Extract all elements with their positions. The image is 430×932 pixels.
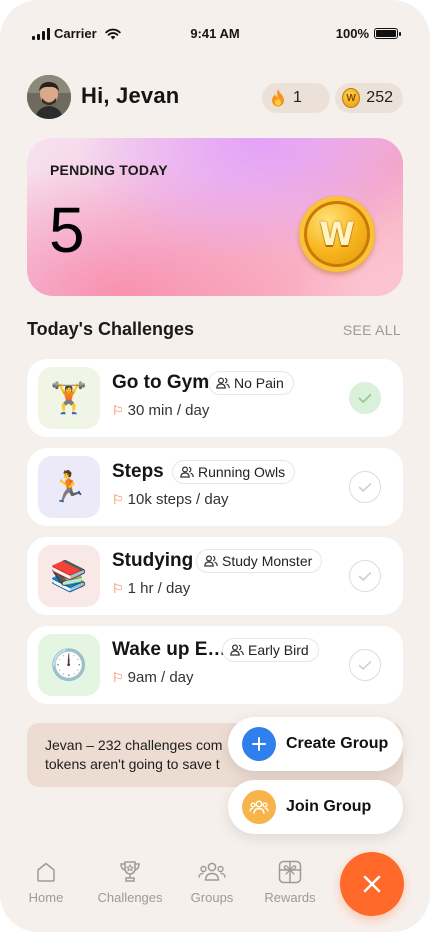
coin-icon: W (342, 88, 361, 108)
groups-icon (198, 862, 226, 881)
coin-letter: W (319, 215, 355, 253)
challenge-emoji: 🏃 (50, 470, 88, 504)
create-group-button[interactable]: Create Group (228, 717, 403, 771)
greeting-text: Hi, Jevan (81, 83, 180, 108)
flag-icon: ⚐ (112, 402, 124, 418)
complete-check-button[interactable] (349, 382, 381, 414)
status-right: 100% (335, 26, 401, 41)
group-icon (230, 644, 244, 656)
see-all-link[interactable]: SEE ALL (343, 322, 401, 338)
gift-icon (278, 860, 302, 884)
app-screen: Carrier 9:41 AM 100% Hi, Jevan 1 W 252 P… (0, 0, 430, 932)
challenge-title: Studying (112, 550, 194, 571)
nav-rewards-label: Rewards (264, 890, 316, 905)
battery-fill (376, 30, 396, 37)
avatar[interactable] (27, 75, 71, 119)
close-icon (363, 875, 381, 893)
create-group-label: Create Group (286, 735, 389, 752)
clock-icon: 🕛 (38, 634, 100, 696)
coin-icon-letter: W (346, 92, 356, 104)
group-icon (204, 555, 218, 567)
nav-challenges-label: Challenges (97, 890, 163, 905)
trophy-icon (120, 861, 140, 882)
flag-icon: ⚐ (112, 580, 124, 596)
users-icon (242, 790, 276, 824)
challenge-target: ⚐ 30 min / day (112, 402, 209, 419)
check-icon (358, 571, 372, 581)
group-icon (216, 377, 230, 389)
challenge-emoji: 🏋️ (50, 381, 88, 415)
challenge-card[interactable]: 🕛 Wake up E… Early Bird ⚐ 9am / day (27, 626, 403, 704)
check-icon (358, 393, 372, 403)
challenge-card[interactable]: 🏋️ Go to Gym No Pain ⚐ 30 min / day (27, 359, 403, 437)
nav-challenges[interactable]: Challenges (92, 860, 168, 905)
close-menu-button[interactable] (340, 852, 404, 916)
flag-icon: ⚐ (112, 491, 124, 507)
challenge-card[interactable]: 📚 Studying Study Monster ⚐ 1 hr / day (27, 537, 403, 615)
group-icon (180, 466, 194, 478)
group-tag-label: Running Owls (198, 464, 286, 480)
pending-today-card[interactable]: PENDING TODAY 5 W (27, 138, 403, 296)
plus-icon (242, 727, 276, 761)
nav-home-label: Home (28, 890, 64, 905)
section-title: Today's Challenges (27, 319, 194, 339)
avatar-image (27, 75, 71, 119)
challenge-title: Go to Gym (112, 372, 210, 393)
group-tag[interactable]: Running Owls (172, 460, 296, 484)
challenge-title: Steps (112, 461, 164, 482)
challenge-emoji: 🕛 (50, 648, 88, 682)
challenge-target-text: 9am / day (127, 669, 194, 686)
check-icon (358, 482, 372, 492)
challenge-target-text: 10k steps / day (127, 491, 229, 508)
complete-check-button[interactable] (349, 560, 381, 592)
challenge-title: Wake up E… (112, 639, 227, 660)
challenge-target-text: 1 hr / day (127, 580, 191, 597)
nav-groups-label: Groups (190, 890, 234, 905)
header: Hi, Jevan 1 W 252 (27, 75, 403, 119)
complete-check-button[interactable] (349, 649, 381, 681)
battery-percent: 100% (335, 26, 369, 41)
challenge-target: ⚐ 1 hr / day (112, 580, 190, 597)
check-icon (358, 660, 372, 670)
complete-check-button[interactable] (349, 471, 381, 503)
group-tag-label: No Pain (234, 375, 284, 391)
streak-count: 1 (293, 89, 302, 106)
pending-count: 5 (49, 194, 85, 266)
group-tag[interactable]: No Pain (208, 371, 294, 395)
flame-icon (272, 89, 284, 107)
battery-icon (374, 28, 401, 39)
challenge-card[interactable]: 🏃 Steps Running Owls ⚐ 10k steps / day (27, 448, 403, 526)
group-tag[interactable]: Study Monster (196, 549, 323, 573)
coin-count: 252 (366, 89, 393, 106)
coin-illustration-icon: W (299, 196, 375, 272)
nav-groups[interactable]: Groups (174, 860, 250, 905)
streak-pill[interactable]: 1 (262, 83, 330, 113)
nav-home[interactable]: Home (8, 860, 84, 905)
home-icon (37, 862, 55, 882)
join-group-label: Join Group (286, 798, 372, 815)
coins-pill[interactable]: W 252 (335, 83, 403, 113)
join-group-button[interactable]: Join Group (228, 780, 403, 834)
nav-rewards[interactable]: Rewards (252, 860, 328, 905)
books-icon: 📚 (38, 545, 100, 607)
challenge-target: ⚐ 9am / day (112, 669, 194, 686)
flag-icon: ⚐ (112, 669, 124, 685)
status-bar: Carrier 9:41 AM 100% (0, 22, 430, 46)
group-tag-label: Study Monster (222, 553, 313, 569)
group-tag[interactable]: Early Bird (222, 638, 319, 662)
running-icon: 🏃 (38, 456, 100, 518)
pending-label: PENDING TODAY (50, 162, 168, 178)
group-tag-label: Early Bird (248, 642, 309, 658)
weightlifting-icon: 🏋️ (38, 367, 100, 429)
challenge-emoji: 📚 (50, 559, 88, 593)
challenge-target-text: 30 min / day (127, 402, 210, 419)
challenge-target: ⚐ 10k steps / day (112, 491, 229, 508)
